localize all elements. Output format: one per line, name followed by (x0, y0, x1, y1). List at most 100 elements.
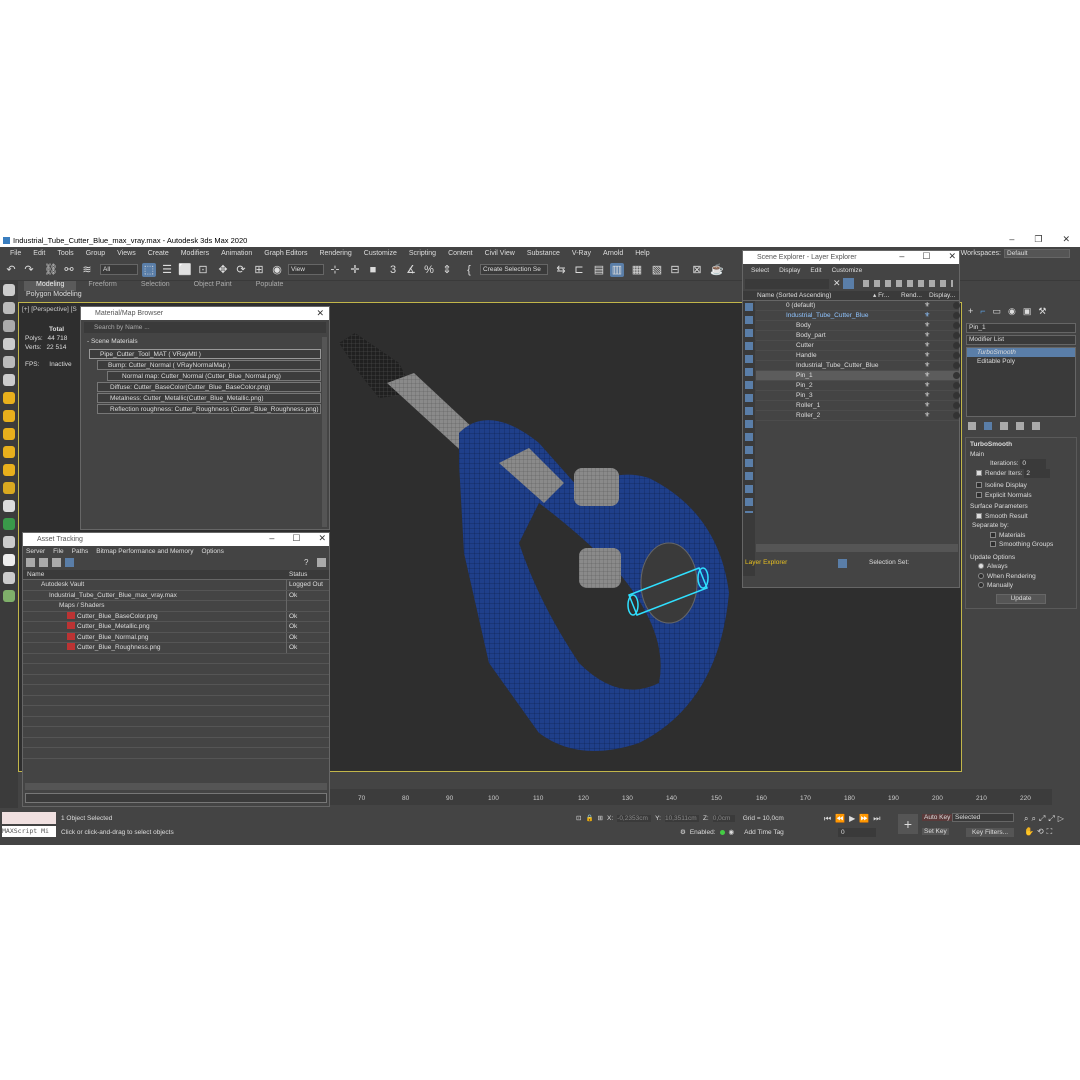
list-item[interactable]: Handle ⚜ (756, 351, 960, 361)
manually-radio[interactable] (978, 582, 984, 588)
enabled-indicator-icon[interactable] (719, 829, 725, 835)
zoom-all-icon[interactable]: ⌕ (1031, 814, 1035, 824)
list-item[interactable]: Roller_1 ⚜ (756, 401, 960, 411)
pivot-icon[interactable]: ⊹ (328, 263, 342, 277)
motion-icon[interactable] (3, 338, 15, 350)
se-horizontal-scrollbar[interactable] (756, 544, 958, 552)
tab-freeform[interactable]: Freeform (76, 281, 128, 291)
menu-content[interactable]: Content (442, 250, 479, 257)
refresh-icon[interactable] (26, 558, 35, 567)
y-coordinate-field[interactable]: 10,3511cm (664, 814, 699, 822)
maximize-viewport-icon[interactable]: ⛶ (1047, 827, 1053, 837)
bind-space-warp-icon[interactable]: ≋ (80, 263, 94, 277)
previous-frame-icon[interactable]: ⏪ (835, 814, 845, 824)
menu-file[interactable]: File (4, 250, 27, 257)
tab-object-paint[interactable]: Object Paint (182, 281, 244, 291)
materials-checkbox[interactable] (990, 531, 996, 538)
asset-menu-bitmap[interactable]: Bitmap Performance and Memory (96, 548, 193, 555)
menu-rendering[interactable]: Rendering (313, 250, 357, 257)
menu-edit[interactable]: Edit (27, 250, 51, 257)
selection-region-icon[interactable]: ⬜ (178, 263, 192, 277)
schematic-view-icon[interactable]: ⊟ (668, 263, 682, 277)
keyboard-shortcut-icon[interactable]: ■ (366, 263, 380, 277)
minimize-button[interactable]: – (1009, 234, 1014, 245)
always-radio[interactable] (978, 563, 984, 569)
close-button[interactable]: ✕ (1062, 234, 1070, 245)
box-icon[interactable] (3, 500, 15, 512)
render-iters-checkbox[interactable] (976, 469, 982, 476)
table-row[interactable]: Cutter_Blue_Normal.png Ok (23, 632, 329, 643)
list-item[interactable]: Pin_2 ⚜ (756, 381, 960, 391)
set-key-plus-icon[interactable]: + (898, 814, 918, 834)
se-close-button[interactable]: ✕ (948, 251, 956, 262)
add-time-tag[interactable]: Add Time Tag (744, 829, 784, 836)
timeline-ruler[interactable]: 70 80 90 100 110 120 130 140 150 160 170… (330, 789, 1052, 805)
snaps-toggle-icon[interactable]: 3 (386, 263, 400, 277)
list-item[interactable]: Cutter ⚜ (756, 341, 960, 351)
z-coordinate-field[interactable]: 0,0cm (712, 814, 735, 822)
plants-icon[interactable] (3, 590, 15, 602)
asset-horizontal-scrollbar[interactable] (25, 783, 327, 790)
select-manipulate-icon[interactable]: ✛ (348, 263, 362, 277)
se-clear-icon[interactable]: ✕ (833, 278, 841, 289)
material-browser-scrollbar[interactable] (322, 337, 327, 527)
mirror-icon[interactable]: ⇆ (554, 263, 568, 277)
lock-icon[interactable]: 🔒 (585, 814, 593, 822)
motion-tab-icon[interactable]: ◉ (1008, 306, 1016, 317)
material-item[interactable]: Reflection roughness: Cutter_Roughness (… (97, 404, 321, 414)
window-crossing-icon[interactable]: ⊡ (196, 263, 210, 277)
light3-icon[interactable] (3, 428, 15, 440)
scale-icon[interactable]: ⊞ (252, 263, 266, 277)
menu-create[interactable]: Create (142, 250, 175, 257)
spinner-snap-icon[interactable]: ⇕ (440, 263, 454, 277)
menu-help[interactable]: Help (629, 250, 655, 257)
explicit-normals-checkbox[interactable] (976, 491, 982, 498)
vray-logo-icon[interactable] (3, 554, 15, 566)
configure-sets-icon[interactable] (1032, 422, 1040, 430)
absolute-mode-icon[interactable]: ⊞ (598, 814, 603, 822)
list-item[interactable]: Industrial_Tube_Cutter_Blue ⚜ (756, 311, 960, 321)
material-item[interactable]: Normal map: Cutter_Normal (Cutter_Blue_N… (107, 371, 321, 381)
list-item[interactable]: Industrial_Tube_Cutter_Blue ⚜ (756, 361, 960, 371)
material-browser-close-button[interactable]: ✕ (316, 308, 324, 319)
modify-icon[interactable] (3, 302, 15, 314)
render-iters-spinner[interactable]: 2 (1024, 468, 1051, 478)
redo-icon[interactable]: ↷ (22, 263, 36, 277)
hierarchy-icon[interactable] (3, 320, 15, 332)
align-icon[interactable]: ⊏ (572, 263, 586, 277)
menu-graph-editors[interactable]: Graph Editors (258, 250, 313, 257)
grid-view-icon[interactable] (65, 558, 74, 567)
se-col-name[interactable]: Name (Sorted Ascending) (757, 291, 831, 301)
menu-vray[interactable]: V-Ray (566, 250, 597, 257)
next-frame-icon[interactable]: ⏩ (859, 814, 869, 824)
percent-snap-icon[interactable]: % (422, 263, 436, 277)
pan-icon[interactable]: ✋ (1024, 827, 1034, 837)
scene-explorer-toggle-icon[interactable]: ▤ (592, 263, 606, 277)
hierarchy-tab-icon[interactable]: ▭ (993, 306, 1002, 317)
smoothing-groups-checkbox[interactable] (990, 541, 996, 547)
place-icon[interactable]: ◉ (270, 263, 284, 277)
se-col-freeze[interactable]: ▴ Fr... (873, 291, 889, 301)
asset-path-field[interactable] (25, 793, 327, 803)
ribbon-toggle-icon[interactable]: ▦ (630, 263, 644, 277)
asset-minimize-button[interactable]: – (269, 533, 274, 544)
adaptive-degradation-icon[interactable]: ⚙ (680, 828, 686, 836)
se-maximize-button[interactable]: ☐ (922, 251, 930, 262)
asset-menu-file[interactable]: File (53, 548, 63, 555)
list-view-icon[interactable] (39, 558, 48, 567)
zoom-extents-icon[interactable]: ⤢ (1039, 814, 1045, 824)
asset-menu-options[interactable]: Options (201, 548, 223, 555)
select-by-name-icon[interactable]: ☰ (160, 263, 174, 277)
maxscript-listener-top[interactable] (2, 812, 56, 824)
sphere-icon[interactable] (3, 482, 15, 494)
make-unique-icon[interactable] (1000, 422, 1008, 430)
light4-icon[interactable] (3, 446, 15, 458)
menu-group[interactable]: Group (80, 250, 111, 257)
teapot-icon[interactable] (3, 518, 15, 530)
se-filter-icon[interactable] (843, 278, 854, 289)
show-end-result-icon[interactable] (984, 422, 992, 430)
zoom-icon[interactable]: ⌕ (1024, 814, 1028, 824)
update-button[interactable]: Update (996, 593, 1046, 604)
geometry-icon[interactable] (3, 536, 15, 548)
workspaces-dropdown[interactable]: Default (1004, 248, 1070, 258)
